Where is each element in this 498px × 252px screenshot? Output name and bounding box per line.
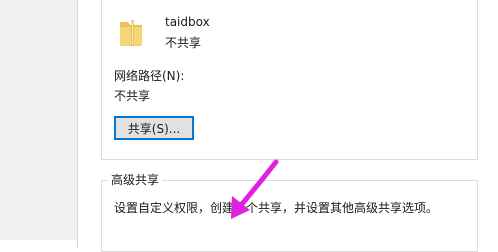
network-path-value: 不共享 xyxy=(114,89,151,103)
share-button[interactable]: 共享(S)... xyxy=(114,116,194,140)
folder-icon xyxy=(120,20,142,46)
advanced-sharing-description: 设置自定义权限，创建多个共享，并设置其他高级共享选项。 xyxy=(114,201,439,215)
network-path-label: 网络路径(N): xyxy=(114,69,185,83)
advanced-sharing-group: 高级共享 xyxy=(101,172,478,252)
folder-name: taidbox xyxy=(165,15,210,29)
advanced-sharing-title: 高级共享 xyxy=(108,172,163,188)
folder-share-status: 不共享 xyxy=(165,36,202,50)
